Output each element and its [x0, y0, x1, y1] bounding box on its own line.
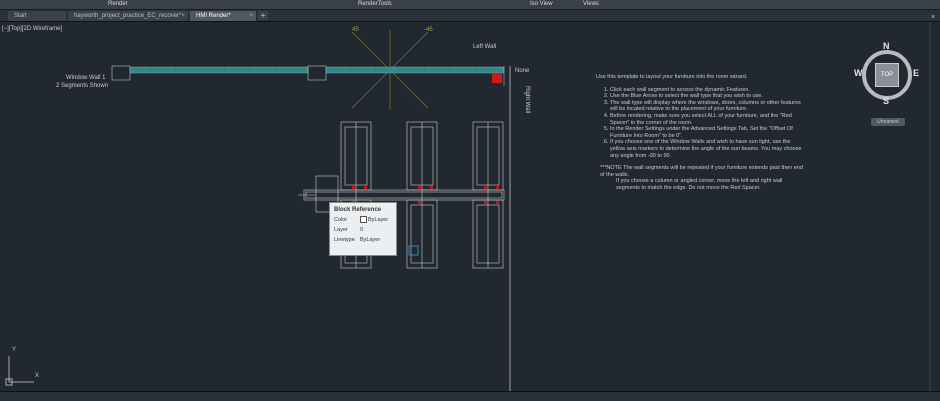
tooltip-row-layer: Layer 0 — [330, 225, 396, 235]
ucs-icon — [5, 356, 34, 386]
angle-45-label: 45 — [352, 27, 359, 33]
wall-segment — [325, 66, 505, 74]
notes-step: Click each wall segment to access the dy… — [610, 87, 806, 94]
left-wall-label: Left Wall — [473, 44, 497, 50]
tooltip-value: ByLayer — [368, 217, 389, 223]
wall-end-block — [307, 65, 327, 81]
spine — [303, 189, 505, 201]
note-line: ***NOTE The wall segments will be repeat… — [600, 165, 803, 178]
window-wall-label: Window Wall 1 — [66, 75, 106, 81]
compass-west[interactable]: W — [854, 68, 863, 78]
tooltip-row-color: Color ByLayer — [330, 215, 396, 225]
ucs-x-label: X — [35, 373, 40, 379]
tooltip-row-linetype: Linetype ByLayer — [330, 235, 396, 245]
tooltip-key: Color — [334, 217, 348, 223]
ucs-y-label: Y — [12, 347, 17, 353]
tooltip-title: Block Reference — [334, 207, 382, 213]
compass-south[interactable]: S — [883, 96, 889, 106]
viewcube-compass[interactable]: TOP N S E W — [854, 41, 919, 106]
tooltip-value: ByLayer — [360, 237, 381, 243]
block-reference-tooltip: Block Reference Color ByLayer Layer 0 Line… — [329, 202, 397, 256]
wall-segment — [129, 66, 309, 74]
notes-step: Before rendering, make sure you select A… — [610, 113, 806, 126]
notes-step: The wall type will display where the win… — [610, 100, 806, 113]
ucs-menu-button[interactable]: Unnamed — [871, 118, 905, 126]
notes-step: In the Render Settings under the Advance… — [610, 126, 806, 139]
red-spacer — [492, 73, 502, 83]
notes-step: If you choose one of the Window Walls an… — [610, 139, 806, 159]
tooltip-value: 0 — [360, 227, 364, 233]
tooltip-key: Linetype — [334, 237, 355, 243]
wall-end-block — [111, 65, 131, 81]
tooltip-key: Layer — [334, 227, 348, 233]
compass-east[interactable]: E — [913, 68, 919, 78]
notes-step: Use the Blue Arrow to select the wall ty… — [610, 93, 806, 100]
window-wall[interactable] — [111, 65, 505, 83]
drawing-canvas[interactable] — [0, 0, 940, 400]
segments-shown-label: 2 Segments Shown — [56, 83, 109, 89]
selection-grip — [408, 245, 419, 256]
compass-north[interactable]: N — [883, 41, 890, 51]
notes-steps: Click each wall segment to access the dy… — [596, 87, 806, 160]
notes-warning: ***NOTE The wall segments will be repeat… — [596, 165, 806, 191]
notes-intro: Use this template to layout your furnitu… — [596, 74, 748, 80]
color-swatch-icon — [360, 216, 367, 224]
instruction-notes: Use this template to layout your furnitu… — [596, 74, 806, 192]
right-wall-label: Right Wall — [524, 86, 530, 114]
note-line: If you choose a column or angled corner,… — [616, 178, 783, 191]
angle-minus-45-label: -45 — [424, 27, 433, 33]
viewcube-top-face[interactable]: TOP — [875, 63, 899, 87]
right-wall-none-label: None — [515, 68, 530, 74]
